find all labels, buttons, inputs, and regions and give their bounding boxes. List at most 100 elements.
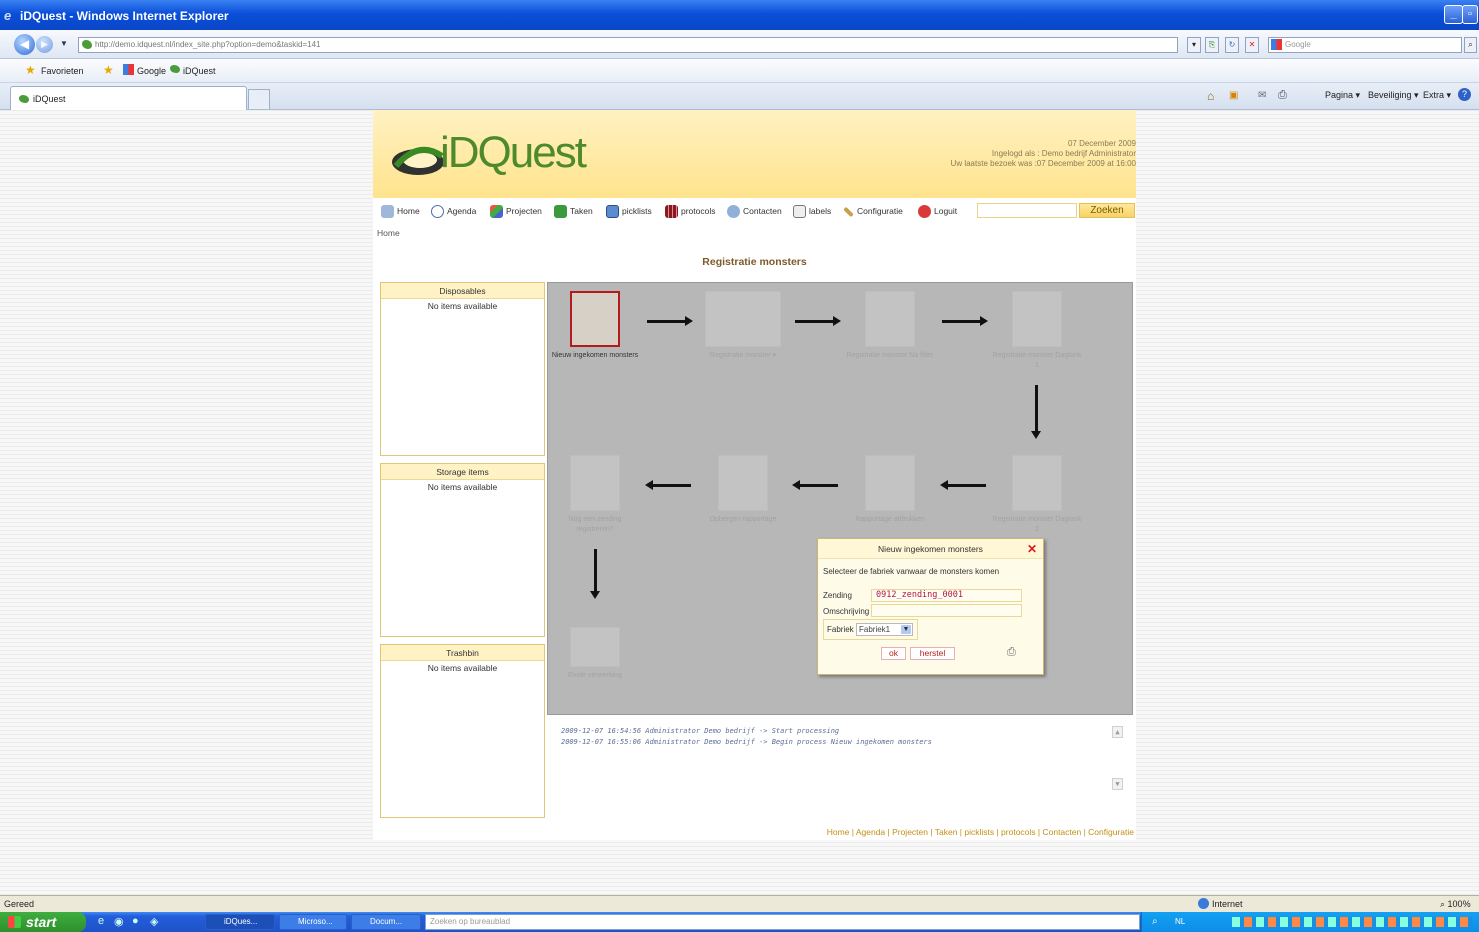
task-outlook[interactable]: Microso...: [279, 914, 347, 930]
trashbin-panel: Trashbin No items available: [380, 644, 545, 818]
stop-button[interactable]: ✕: [1245, 37, 1259, 53]
step-dagtank-1[interactable]: Registratie monster Dagtank 1: [992, 291, 1082, 371]
back-button[interactable]: ◀: [14, 34, 35, 55]
arrow-down: [1031, 385, 1041, 439]
status-bar: Gereed Internet ⌕ 100%: [0, 895, 1479, 912]
nav-agenda-label: Agenda: [447, 206, 477, 216]
task-ie[interactable]: iDQues...: [205, 914, 275, 930]
site-search-input[interactable]: [977, 203, 1077, 218]
refresh-button[interactable]: ↻: [1225, 37, 1239, 53]
log-scrollbar[interactable]: ▲ ▼: [1112, 726, 1123, 796]
nav-protocols[interactable]: protocols: [665, 204, 716, 219]
nav-taken-label: Taken: [570, 206, 593, 216]
extra-menu[interactable]: Extra ▾: [1423, 90, 1451, 101]
maximize-button[interactable]: ▫: [1462, 5, 1478, 24]
google-icon: [123, 64, 134, 75]
url-field[interactable]: http://demo.idquest.nl/index_site.php?op…: [78, 37, 1178, 53]
idquest-logo[interactable]: iDQuest: [388, 128, 588, 188]
nav-loguit[interactable]: Loguit: [918, 204, 958, 219]
history-dropdown-icon[interactable]: ▼: [60, 39, 68, 48]
favorite-link-idquest[interactable]: iDQuest: [183, 66, 216, 76]
search-input[interactable]: Google: [1268, 37, 1462, 53]
scroll-down-icon[interactable]: ▼: [1112, 778, 1123, 790]
step-nog-een-zending[interactable]: Nog een zending registreren?: [550, 455, 640, 535]
quicklaunch-ie-icon[interactable]: e: [98, 915, 104, 927]
nav-configuratie-label: Configuratie: [857, 206, 903, 216]
nav-configuratie[interactable]: Configuratie: [843, 204, 903, 218]
idquest-icon: [170, 65, 180, 73]
mail-icon[interactable]: ✉: [1258, 90, 1266, 101]
nav-picklists-label: picklists: [622, 206, 652, 216]
reset-button[interactable]: herstel: [910, 647, 955, 660]
scroll-up-icon[interactable]: ▲: [1112, 726, 1123, 738]
status-text: Gereed: [4, 899, 35, 909]
zending-field[interactable]: 0912_zending_0001: [871, 589, 1022, 602]
arrow-right: [647, 316, 693, 326]
step-label: Registratie monster: [709, 352, 771, 359]
logged-in-text: Ingelogd als : Demo bedrijf Administrato…: [991, 149, 1136, 158]
nav-labels[interactable]: labels: [793, 204, 831, 219]
footer-links[interactable]: Home | Agenda | Projecten | Taken | pick…: [827, 827, 1134, 837]
nav-taken[interactable]: Taken: [554, 204, 593, 219]
help-icon[interactable]: ?: [1458, 88, 1471, 101]
close-icon[interactable]: ✕: [1027, 542, 1037, 556]
quicklaunch-icon[interactable]: ●: [132, 915, 139, 927]
favorite-link-google[interactable]: Google: [137, 66, 166, 76]
step-label: Opbergen rapportage: [709, 516, 777, 523]
zoom-control[interactable]: ⌕ 100%: [1440, 899, 1471, 910]
compat-view-icon[interactable]: ⎘: [1205, 37, 1219, 53]
step-rapportage-afdrukken[interactable]: Rapportage afdrukken: [845, 455, 935, 525]
tray-icons[interactable]: [1232, 917, 1472, 927]
feeds-icon[interactable]: ▣: [1229, 90, 1238, 101]
storage-panel: Storage items No items available: [380, 463, 545, 637]
step-einde-verwerking[interactable]: Einde verwerking: [550, 627, 640, 681]
language-indicator[interactable]: NL: [1175, 917, 1185, 926]
step-opbergen-rapportage[interactable]: Opbergen rapportage: [698, 455, 788, 525]
task-label: Docum...: [370, 917, 403, 926]
print-icon[interactable]: ⎙: [1278, 89, 1287, 102]
breadcrumb[interactable]: Home: [377, 228, 400, 238]
home-icon[interactable]: ⌂: [1207, 89, 1214, 103]
system-tray: ⌕ NL: [1141, 912, 1479, 932]
omschrijving-label: Omschrijving: [823, 607, 870, 616]
step-dagtank-2[interactable]: Registratie monster Dagtank 2: [992, 455, 1082, 535]
quicklaunch-icon[interactable]: ◈: [150, 915, 158, 928]
step-nieuw-ingekomen[interactable]: Nieuw ingekomen monsters: [550, 291, 640, 361]
new-tab-button[interactable]: [248, 89, 270, 109]
start-button[interactable]: start: [0, 912, 86, 932]
page-menu[interactable]: Pagina ▾: [1325, 90, 1360, 101]
search-icon[interactable]: ⌕: [1152, 916, 1158, 927]
ok-button[interactable]: ok: [881, 647, 906, 660]
nav-picklists[interactable]: picklists: [606, 204, 652, 219]
nav-loguit-label: Loguit: [934, 206, 958, 216]
nav-projecten[interactable]: Projecten: [490, 204, 542, 219]
disposables-title: Disposables: [381, 283, 544, 299]
add-favorite-icon[interactable]: ★: [103, 63, 114, 77]
step-na-filter[interactable]: Registratie monster Na filter: [845, 291, 935, 361]
nav-contacten-label: Contacten: [743, 206, 782, 216]
desktop-search-input[interactable]: Zoeken op bureaublad: [425, 914, 1140, 930]
logout-icon: [918, 205, 931, 219]
site-search-button[interactable]: Zoeken: [1079, 203, 1135, 218]
security-menu[interactable]: Beveiliging ▾: [1368, 90, 1419, 101]
omschrijving-field[interactable]: [871, 604, 1022, 617]
task-document[interactable]: Docum...: [351, 914, 421, 930]
idquest-icon: [19, 95, 29, 103]
forward-button[interactable]: ▶: [36, 36, 53, 53]
nav-home[interactable]: Home: [381, 204, 420, 219]
projects-icon: [490, 205, 503, 219]
nav-agenda[interactable]: Agenda: [431, 204, 477, 219]
tab-idquest[interactable]: iDQuest: [10, 86, 247, 110]
extra-menu-label: Extra: [1423, 90, 1445, 100]
search-icon[interactable]: ⌕: [1464, 37, 1477, 53]
fabriek-select[interactable]: Fabriek1 ▼: [856, 623, 913, 636]
step-registratie-monster[interactable]: Registratie monster ▾: [698, 291, 788, 361]
favorites-star-icon: ★: [25, 63, 36, 77]
quicklaunch-icon[interactable]: ◉: [114, 915, 124, 928]
print-icon[interactable]: ⎙: [1007, 647, 1019, 658]
minimize-button[interactable]: _: [1444, 5, 1463, 24]
contacts-icon: [727, 205, 740, 219]
favorites-button[interactable]: Favorieten: [41, 66, 84, 76]
nav-contacten[interactable]: Contacten: [727, 204, 782, 219]
url-dropdown-button[interactable]: ▾: [1187, 37, 1201, 53]
